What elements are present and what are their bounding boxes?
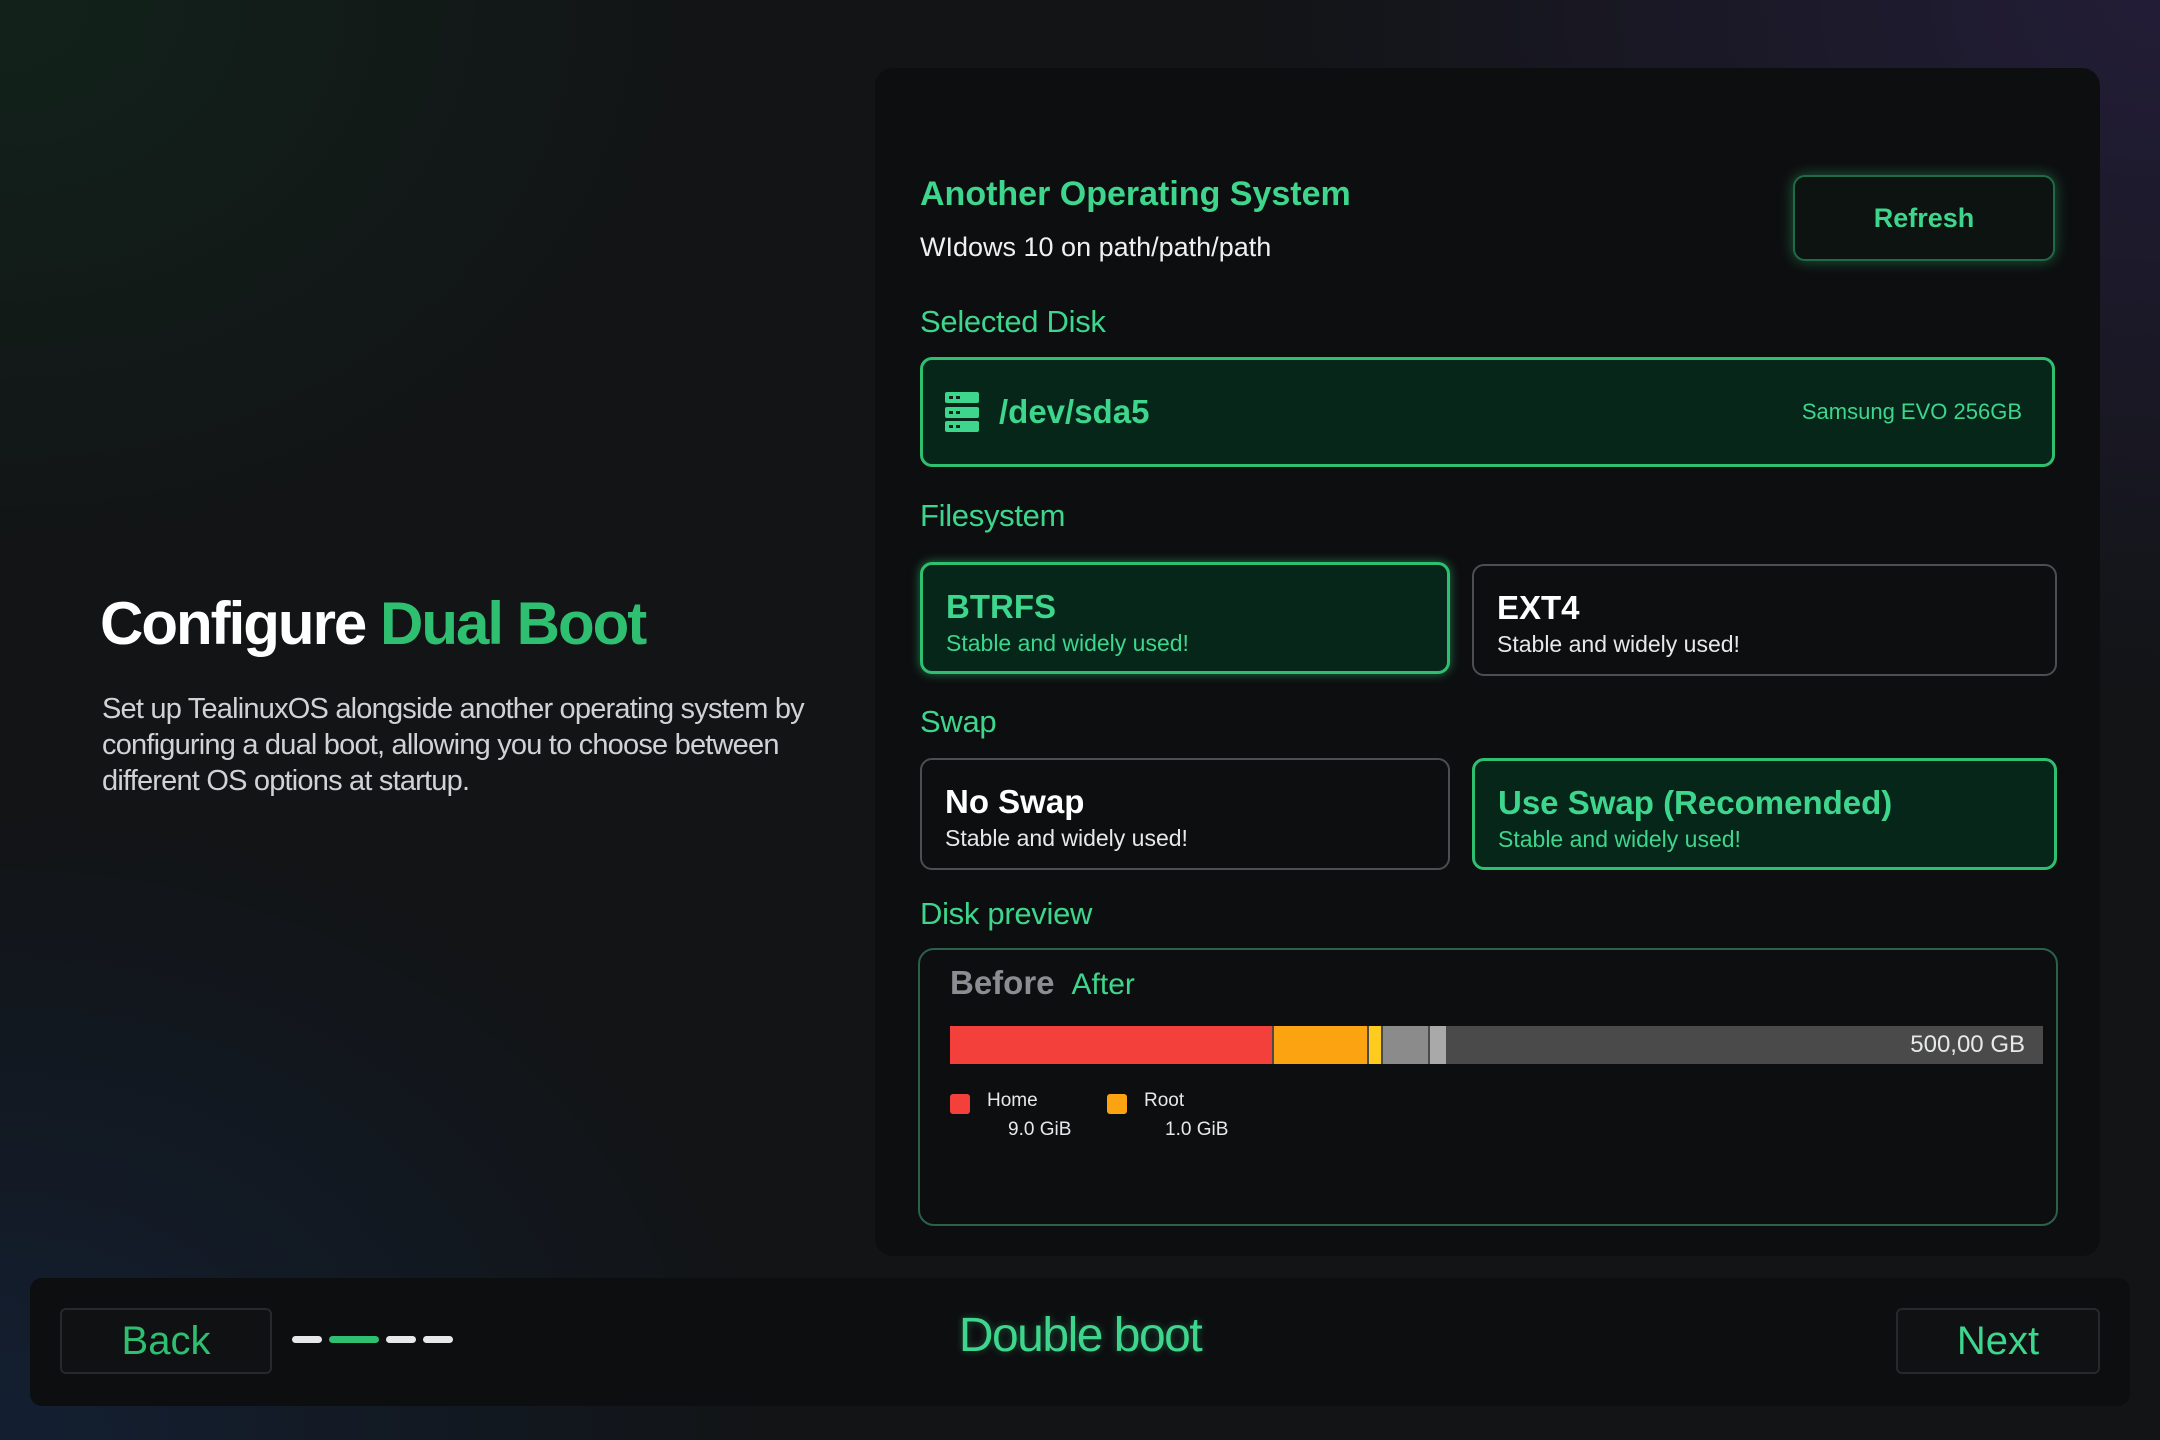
option-subtitle: Stable and widely used! (945, 825, 1188, 851)
tab-after[interactable]: After (1072, 968, 1135, 1002)
intro-section: Configure Dual Boot Set up TealinuxOS al… (100, 585, 820, 799)
disk-model: Samsung EVO 256GB (1801, 399, 2022, 424)
option-subtitle: Stable and widely used! (1498, 826, 1741, 852)
disk-path: /dev/sda5 (999, 393, 1150, 430)
selected-disk-field[interactable]: /dev/sda5 Samsung EVO 256GB (920, 357, 2055, 467)
next-button[interactable]: Next (1896, 1308, 2100, 1374)
tab-before[interactable]: Before (950, 964, 1055, 1002)
swap-option-use-swap[interactable]: Use Swap (Recomended) Stable and widely … (1472, 758, 2057, 870)
legend-name: Home (987, 1090, 1038, 1111)
other-os-title: Another Operating System (920, 175, 1351, 213)
option-subtitle: Stable and widely used! (946, 630, 1189, 656)
partition-root-segment (1274, 1026, 1367, 1064)
step-title: Double boot (958, 1309, 1203, 1362)
filesystem-label: Filesystem (920, 498, 1066, 533)
configuration-card: Another Operating System WIdows 10 on pa… (875, 68, 2100, 1256)
partition-segment (1383, 1026, 1428, 1064)
option-subtitle: Stable and widely used! (1497, 631, 1740, 657)
refresh-button[interactable]: Refresh (1793, 175, 2055, 261)
filesystem-option-btrfs[interactable]: BTRFS Stable and widely used! (920, 562, 1450, 674)
disk-preview-label: Disk preview (920, 896, 1093, 931)
page-description: Set up TealinuxOS alongside another oper… (102, 693, 805, 797)
swap-option-none[interactable]: No Swap Stable and widely used! (920, 758, 1450, 870)
partition-segment (1369, 1026, 1381, 1064)
option-title: BTRFS (946, 588, 1056, 625)
disk-total-size: 500,00 GB (1910, 1031, 2025, 1058)
legend-size: 9.0 GiB (1008, 1119, 1072, 1140)
option-title: No Swap (945, 783, 1085, 820)
home-color-swatch (950, 1094, 970, 1114)
legend-name: Root (1144, 1090, 1185, 1111)
option-title: EXT4 (1497, 589, 1580, 626)
disk-usage-bar: 500,00 GB (950, 1026, 2043, 1064)
selected-disk-label: Selected Disk (920, 304, 1106, 339)
swap-label: Swap (920, 704, 997, 739)
server-icon (945, 392, 979, 432)
partition-home-segment (950, 1026, 1272, 1064)
legend-size: 1.0 GiB (1165, 1119, 1229, 1140)
option-title: Use Swap (Recomended) (1498, 784, 1893, 821)
root-color-swatch (1107, 1094, 1127, 1114)
disk-preview-panel: Before After 500,00 GB Home 9.0 GiB Root… (918, 948, 2058, 1226)
other-os-path: WIdows 10 on path/path/path (920, 232, 1272, 262)
page-title-part1: Configure (100, 590, 367, 657)
preview-tabs: Before After (950, 964, 1135, 1002)
page-title: Configure Dual Boot (100, 585, 820, 663)
partition-segment (1430, 1026, 1446, 1064)
page-title-part2: Dual Boot (379, 590, 647, 657)
filesystem-option-ext4[interactable]: EXT4 Stable and widely used! (1472, 564, 2057, 676)
bottom-navigation-bar: Back Double boot Next (30, 1278, 2130, 1406)
